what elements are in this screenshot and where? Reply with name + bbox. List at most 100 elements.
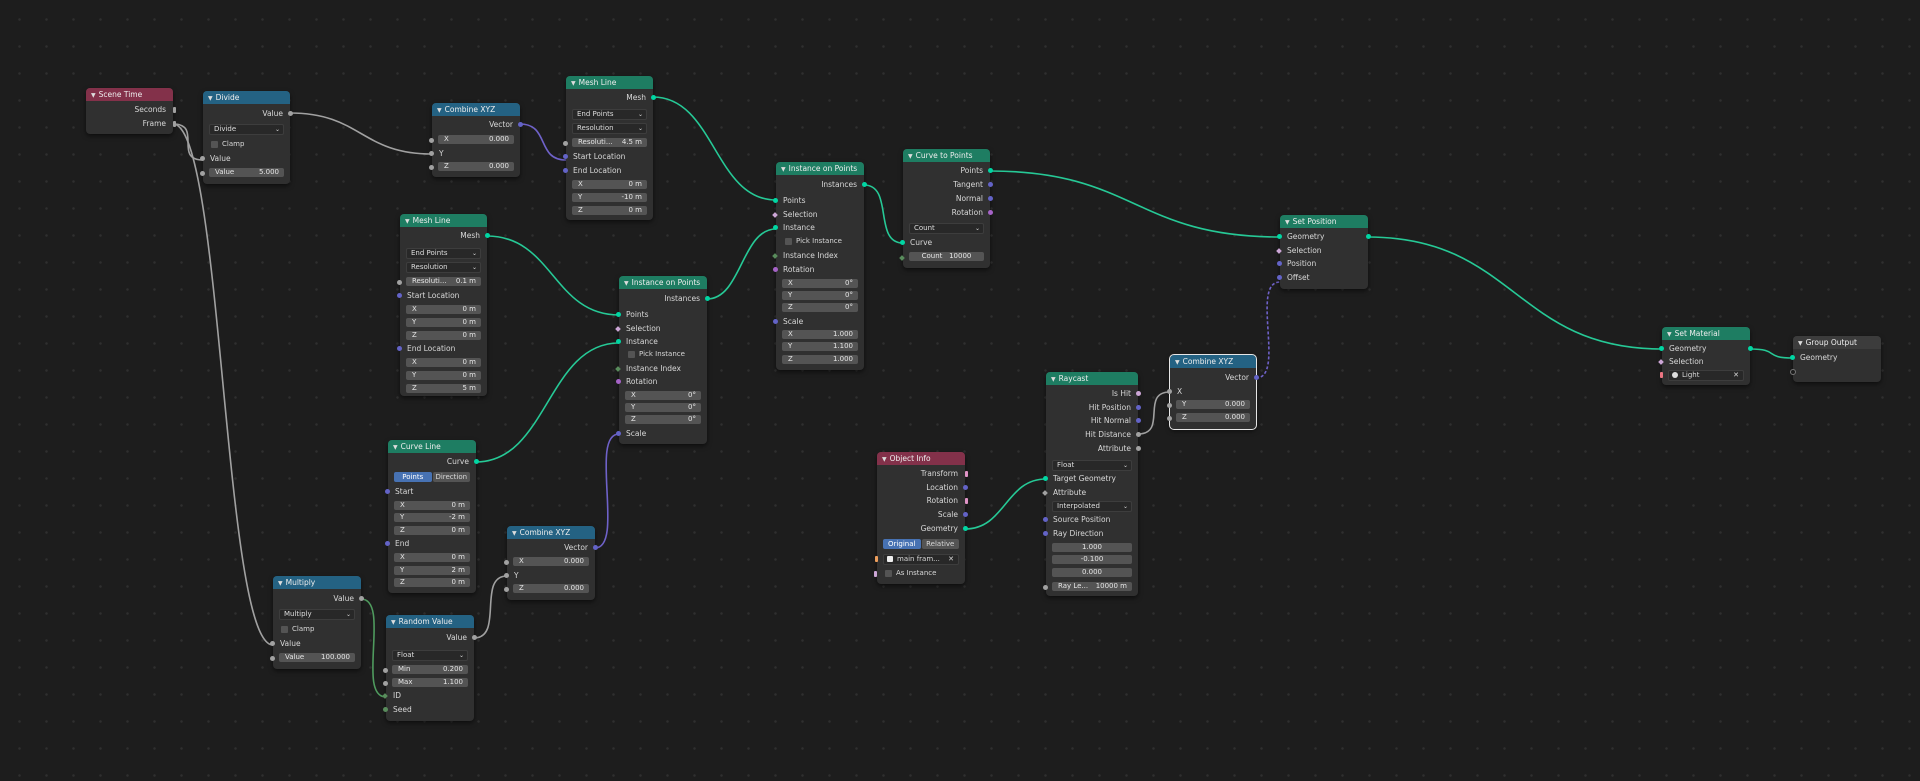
node-mesh-line[interactable]: ▼ Mesh Line Mesh End Points ⌄ Resolution ⌄ … (563, 76, 656, 220)
socket-vector[interactable] (397, 293, 402, 298)
node-combine-xyz[interactable]: ▼ Combine XYZ Vector X 0.000 Y Z 0.000 (429, 103, 523, 177)
socket-bool[interactable] (874, 570, 877, 577)
link-mesh-to-points[interactable] (652, 96, 777, 201)
node-header[interactable]: ▼ Instance on Points (619, 276, 707, 289)
type-dropdown[interactable]: Float ⌄ (1052, 460, 1132, 471)
checkbox-box[interactable] (785, 237, 792, 245)
end-z-field[interactable]: Z0 m (394, 578, 470, 587)
link-mesh-to-points[interactable] (486, 235, 620, 316)
link-curve-to-instance[interactable] (475, 342, 620, 463)
socket-vector[interactable] (563, 168, 568, 173)
link-object-geometry-to-raycast[interactable] (964, 478, 1047, 530)
socket-vector[interactable] (385, 489, 390, 494)
socket-float[interactable] (429, 138, 434, 143)
socket-geometry[interactable] (963, 526, 968, 531)
socket-geometry[interactable] (1790, 355, 1795, 360)
socket-geometry[interactable] (651, 95, 656, 100)
socket-vector[interactable] (1136, 418, 1141, 423)
socket-object[interactable] (875, 556, 878, 562)
socket-geometry[interactable] (900, 240, 905, 245)
socket-float[interactable] (359, 596, 364, 601)
socket-float[interactable] (1136, 432, 1141, 437)
socket-vector[interactable] (1254, 375, 1259, 380)
socket-float[interactable] (288, 111, 293, 116)
socket-float[interactable] (173, 120, 176, 127)
socket-geometry[interactable] (1748, 346, 1753, 351)
socket-rotation[interactable] (616, 379, 621, 384)
socket-vector[interactable] (963, 512, 968, 517)
socket-float[interactable] (504, 587, 509, 592)
end-x-field[interactable]: X0 m (394, 553, 470, 562)
socket-vector[interactable] (518, 122, 523, 127)
socket-vector[interactable] (1277, 275, 1282, 280)
node-raycast[interactable]: ▼ Raycast Is Hit Hit Position Hit Normal … (1042, 372, 1141, 596)
collapse-chevron-icon[interactable]: ▼ (393, 441, 398, 453)
link-material-to-output[interactable] (1749, 348, 1794, 359)
node-header[interactable]: ▼ Set Material (1662, 327, 1750, 340)
node-multiply[interactable]: ▼ Multiply Value Multiply ⌄ Clamp Value Va… (270, 576, 364, 669)
socket-int[interactable] (772, 252, 778, 259)
socket-geometry[interactable] (773, 225, 778, 230)
material-field[interactable]: Light ✕ (1660, 370, 1744, 381)
socket-rotation[interactable] (988, 210, 993, 215)
socket-int[interactable] (382, 692, 388, 699)
socket-bool[interactable] (1658, 358, 1664, 365)
link-geometry-to-set-material[interactable] (1367, 236, 1663, 350)
node-header[interactable]: ▼ Combine XYZ (432, 103, 520, 116)
socket-geometry[interactable] (1659, 346, 1664, 351)
socket-bool[interactable] (1136, 391, 1141, 396)
link-random-to-combine-y[interactable] (473, 575, 508, 639)
collapse-chevron-icon[interactable]: ▼ (1175, 356, 1180, 368)
rotation-z-field[interactable]: Z 0° (782, 303, 858, 312)
count-mode-dropdown[interactable]: Resolution ⌄ (406, 262, 481, 273)
resolution-field[interactable]: Resoluti... 0.1 m (397, 277, 481, 286)
node-header[interactable]: ▼ Curve Line (388, 440, 476, 453)
as-instance-checkbox[interactable]: As Instance (874, 568, 936, 578)
start-x-field[interactable]: X0 m (406, 305, 481, 314)
start-y-field[interactable]: Y0 m (406, 318, 481, 327)
node-curve-to-points[interactable]: ▼ Curve to Points Points Tangent Normal R… (899, 149, 993, 268)
min-field[interactable]: Min 0.200 (383, 665, 468, 674)
mode-dropdown[interactable]: End Points ⌄ (406, 248, 481, 259)
socket-bool[interactable] (772, 211, 778, 218)
close-icon[interactable]: ✕ (1733, 371, 1739, 380)
socket-int[interactable] (899, 254, 905, 261)
socket-geometry[interactable] (616, 312, 621, 317)
transform-space-toggle[interactable]: Original Relative (883, 539, 959, 549)
interpolation-dropdown[interactable]: Interpolated ⌄ (1052, 501, 1132, 512)
mode-toggle[interactable]: Points Direction (394, 472, 470, 482)
ray-direction-y-field[interactable]: -0.100 (1052, 555, 1132, 564)
checkbox-box[interactable] (281, 625, 288, 633)
socket-float[interactable] (1167, 389, 1172, 394)
socket-matrix[interactable] (965, 470, 968, 477)
x-field[interactable]: X 0.000 (429, 135, 514, 144)
socket-vector[interactable] (988, 196, 993, 201)
collapse-chevron-icon[interactable]: ▼ (781, 163, 786, 175)
node-combine-xyz[interactable]: ▼ Combine XYZ Vector X 0.000 Y Z 0.000 (504, 526, 598, 600)
pick-instance-checkbox[interactable]: Pick Instance (785, 236, 842, 246)
rotation-y-field[interactable]: Y 0° (782, 291, 858, 300)
node-header[interactable]: ▼ Multiply (273, 576, 361, 589)
socket-geometry[interactable] (862, 182, 867, 187)
node-header[interactable]: ▼ Instance on Points (776, 162, 864, 175)
rotation-y-field[interactable]: Y 0° (625, 403, 701, 412)
node-instance-on-points[interactable]: ▼ Instance on Points Instances Points Sel… (772, 162, 867, 370)
node-object-info[interactable]: ▼ Object Info Transform Location Rotation… (874, 452, 968, 584)
collapse-chevron-icon[interactable]: ▼ (1798, 337, 1803, 349)
socket-vector[interactable] (593, 545, 598, 550)
node-header[interactable]: ▼ Mesh Line (400, 214, 487, 227)
end-y-field[interactable]: Y -10 m (572, 193, 647, 202)
end-y-field[interactable]: Y2 m (394, 566, 470, 575)
socket-vector[interactable] (963, 485, 968, 490)
start-y-field[interactable]: Y -2 m (394, 513, 470, 522)
mode-points-button[interactable]: Points (394, 472, 432, 482)
close-icon[interactable]: ✕ (948, 555, 954, 564)
node-header[interactable]: ▼ Divide (203, 91, 290, 104)
node-header[interactable]: ▼ Group Output (1793, 336, 1881, 349)
socket-vector[interactable] (385, 541, 390, 546)
socket-bool[interactable] (615, 325, 621, 332)
socket-float[interactable] (173, 106, 176, 113)
clamp-checkbox[interactable]: Clamp (281, 624, 314, 634)
socket-rotation[interactable] (773, 267, 778, 272)
socket-float[interactable] (1043, 585, 1048, 590)
